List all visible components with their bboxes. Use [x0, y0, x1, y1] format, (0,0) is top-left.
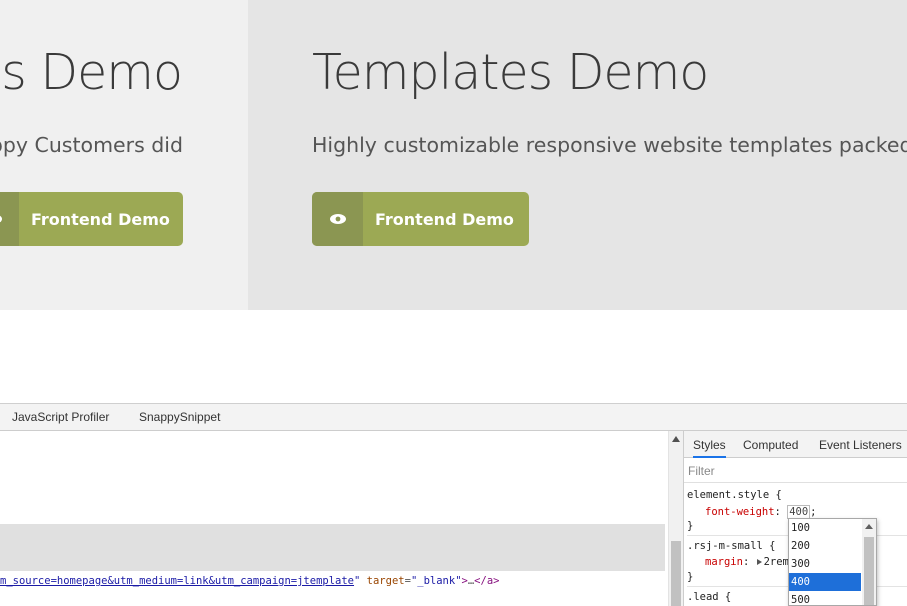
property-name: margin	[705, 556, 743, 568]
rule-close-brace: }	[687, 520, 694, 532]
expand-triangle-icon[interactable]	[756, 558, 762, 565]
suggestion-option[interactable]: 100	[789, 519, 861, 537]
scroll-up-arrow-icon[interactable]	[865, 524, 873, 529]
frontend-demo-button-left[interactable]: Frontend Demo	[0, 192, 183, 246]
rule-selector-lead[interactable]: .lead {	[687, 591, 731, 603]
suggestion-option[interactable]: 200	[789, 537, 861, 555]
elements-tree[interactable]: m_source=homepage&utm_medium=link&utm_ca…	[0, 431, 668, 606]
styles-tabbar: Styles Computed Event Listeners	[684, 431, 907, 458]
scrollbar-thumb[interactable]	[671, 541, 681, 606]
devtools-panel: JavaScript Profiler SnappySnippet m_sour…	[0, 403, 907, 606]
eye-icon	[0, 192, 19, 246]
button-label: Frontend Demo	[375, 209, 514, 229]
demo-lead-templates: Highly customizable responsive website t…	[312, 133, 907, 157]
anchor-node[interactable]: m_source=homepage&utm_medium=link&utm_ca…	[0, 575, 499, 587]
button-label: Frontend Demo	[31, 209, 170, 229]
dropdown-scrollbar[interactable]	[862, 519, 876, 605]
tab-event-listeners[interactable]: Event Listeners	[819, 438, 902, 452]
website-viewport: ns Demo appy Customers did Frontend Demo…	[0, 0, 907, 403]
rule-selector-element-style: element.style {	[687, 489, 782, 501]
margin-declaration[interactable]: margin: 2rem	[705, 556, 789, 568]
tab-javascript-profiler[interactable]: JavaScript Profiler	[12, 410, 109, 424]
rule-close-brace: }	[687, 571, 694, 583]
tab-computed[interactable]: Computed	[743, 438, 798, 452]
demo-panel-templates: Templates Demo Highly customizable respo…	[248, 0, 907, 310]
eye-icon	[312, 192, 363, 246]
font-weight-value-editor[interactable]: 400	[787, 505, 811, 519]
end-tag: </a>	[474, 575, 500, 587]
rule-selector-rsj-m-small[interactable]: .rsj-m-small {	[687, 540, 776, 552]
devtools-tabbar: JavaScript Profiler SnappySnippet	[0, 404, 907, 431]
browser-page: ns Demo appy Customers did Frontend Demo…	[0, 0, 907, 606]
font-weight-suggestion-dropdown: 100 200 300 400 500	[788, 518, 877, 606]
demo-lead-left: appy Customers did	[0, 133, 183, 157]
frontend-demo-button-templates[interactable]: Frontend Demo	[312, 192, 529, 246]
scroll-up-arrow-icon[interactable]	[672, 436, 680, 442]
suggestion-option[interactable]: 300	[789, 555, 861, 573]
font-weight-declaration[interactable]: font-weight: 400;	[705, 505, 817, 519]
suggestion-option-selected[interactable]: 400	[789, 573, 861, 591]
property-value[interactable]: 2rem	[764, 556, 789, 568]
attr-name-target: target	[360, 575, 405, 587]
demo-panel-left: ns Demo appy Customers did Frontend Demo	[0, 0, 248, 310]
demo-title-left: ns Demo	[0, 44, 183, 101]
scrollbar-thumb[interactable]	[864, 537, 874, 605]
selected-node-highlight	[0, 524, 665, 571]
suggestion-option[interactable]: 500	[789, 591, 861, 605]
attr-value-blank: "_blank"	[410, 575, 462, 587]
tab-snappysnippet[interactable]: SnappySnippet	[139, 410, 220, 424]
property-name: font-weight	[705, 506, 775, 518]
elements-scrollbar[interactable]	[668, 431, 683, 606]
href-link[interactable]: m_source=homepage&utm_medium=link&utm_ca…	[0, 575, 354, 587]
filter-input[interactable]	[688, 463, 888, 479]
styles-filter	[684, 458, 907, 483]
demo-title-templates: Templates Demo	[312, 44, 709, 101]
tab-styles[interactable]: Styles	[693, 438, 726, 458]
